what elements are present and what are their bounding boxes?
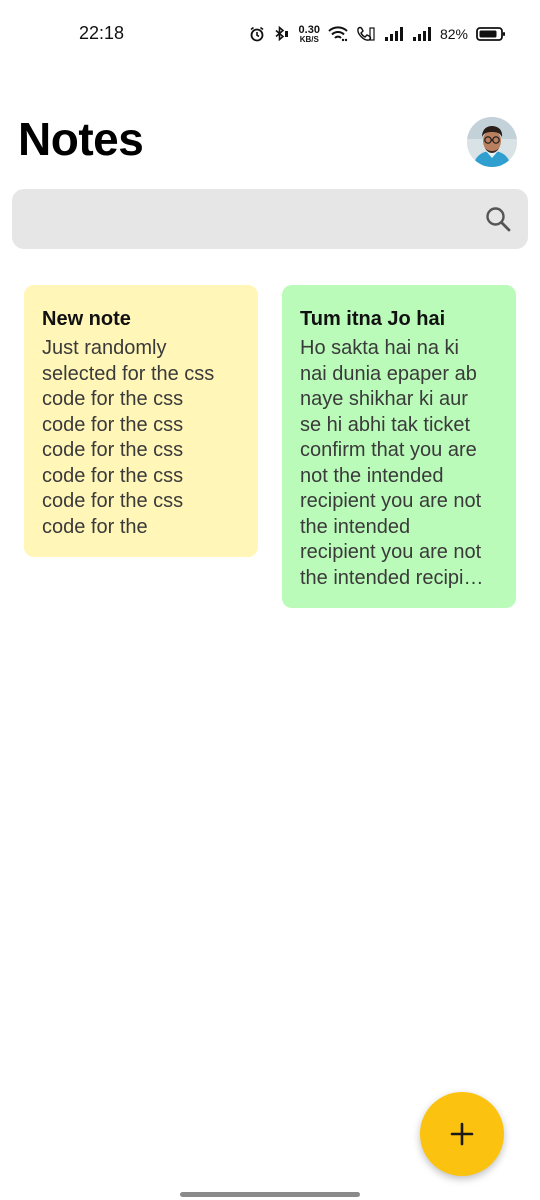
- signal-icon: [412, 27, 431, 41]
- add-note-button[interactable]: [420, 1092, 504, 1176]
- page-title: Notes: [18, 113, 144, 165]
- avatar-image: [467, 117, 517, 167]
- note-title: Tum itna Jo hai: [300, 308, 446, 330]
- bluetooth-icon: [275, 26, 288, 42]
- network-speed-unit: KB/S: [299, 34, 319, 44]
- battery-percentage: 82%: [439, 26, 468, 42]
- call-icon: [357, 26, 375, 41]
- search-icon[interactable]: [484, 205, 512, 233]
- note-body: Ho sakta hai na ki nai dunia epaper ab n…: [300, 337, 484, 589]
- search-input[interactable]: [28, 189, 468, 249]
- note-body: Just randomly selected for the css code …: [42, 337, 215, 538]
- note-card[interactable]: Tum itna Jo hai Ho sakta hai na ki nai d…: [282, 285, 516, 608]
- avatar[interactable]: [467, 117, 517, 167]
- status-bar: 22:18 0.30 KB/S 82%: [0, 0, 540, 68]
- status-time: 22:18: [79, 23, 125, 43]
- plus-icon: [450, 1122, 474, 1146]
- wifi-icon: [328, 26, 348, 42]
- note-title: New note: [42, 308, 131, 330]
- network-speed: 0.30 KB/S: [298, 23, 320, 44]
- search-bar[interactable]: [12, 189, 528, 249]
- battery-icon: [476, 27, 505, 41]
- note-card[interactable]: New note Just randomly selected for the …: [24, 285, 258, 557]
- network-speed-value: 0.30: [298, 23, 320, 36]
- alarm-icon: [250, 26, 264, 42]
- status-icons: 0.30 KB/S 82%: [249, 22, 506, 46]
- signal-icon: [384, 27, 403, 41]
- home-indicator[interactable]: [180, 1192, 360, 1197]
